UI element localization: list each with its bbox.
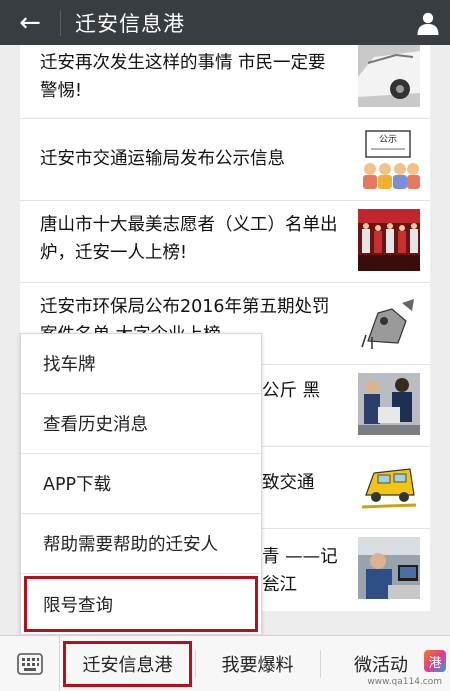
title-bar: ← 迁安信息港 (0, 0, 450, 45)
article-item[interactable]: 唐山市十大最美志愿者（义工）名单出炉，迁安一人上榜! (20, 201, 430, 283)
back-button[interactable]: ← (0, 0, 60, 45)
page-title: 迁安信息港 (75, 11, 185, 36)
article-title: 唐山市十大最美志愿者（义工）名单出炉，迁安一人上榜! (40, 215, 338, 263)
keyboard-icon (16, 653, 43, 675)
article-thumbnail (358, 373, 420, 435)
tab-highlight-box (63, 641, 192, 687)
menu-item-app-download[interactable]: APP下载 (21, 454, 261, 514)
article-title: 致交通 (262, 473, 315, 493)
article-thumbnail (358, 537, 420, 599)
article-thumbnail (358, 209, 420, 271)
article-title: 迁安市交通运输局发布公示信息 (40, 149, 285, 169)
menu-item-help[interactable]: 帮助需要帮助的迁安人 (21, 514, 261, 574)
article-title: 迁安再次发生这样的事情 市民一定要警惕! (40, 53, 326, 101)
article-thumbnail (358, 45, 420, 107)
profile-button[interactable] (405, 0, 450, 45)
article-item[interactable]: 迁安再次发生这样的事情 市民一定要警惕! (20, 45, 430, 119)
site-logo: 港 (424, 650, 446, 672)
article-thumbnail (358, 291, 420, 353)
menu-highlight-box (24, 576, 258, 632)
tab-micro-activity-label: 微活动 (354, 655, 408, 676)
tab-report[interactable]: 我要爆料 (195, 636, 320, 691)
keyboard-toggle-button[interactable] (0, 636, 60, 691)
person-icon (417, 12, 438, 35)
watermark-text: www.qa114.com (367, 677, 442, 687)
article-thumbnail: 公示 (358, 127, 420, 189)
article-title: 青 ——记 瓮江 (262, 547, 338, 595)
svg-text:公示: 公示 (379, 134, 397, 145)
menu-item-history[interactable]: 查看历史消息 (21, 394, 261, 454)
article-item[interactable]: 迁安市交通运输局发布公示信息 公示 (20, 119, 430, 201)
article-title: 公斤 黑 (262, 381, 321, 401)
back-arrow-icon: ← (19, 7, 41, 38)
header-divider (60, 9, 61, 36)
article-thumbnail (358, 455, 420, 517)
menu-item-find-plate[interactable]: 找车牌 (21, 334, 261, 394)
